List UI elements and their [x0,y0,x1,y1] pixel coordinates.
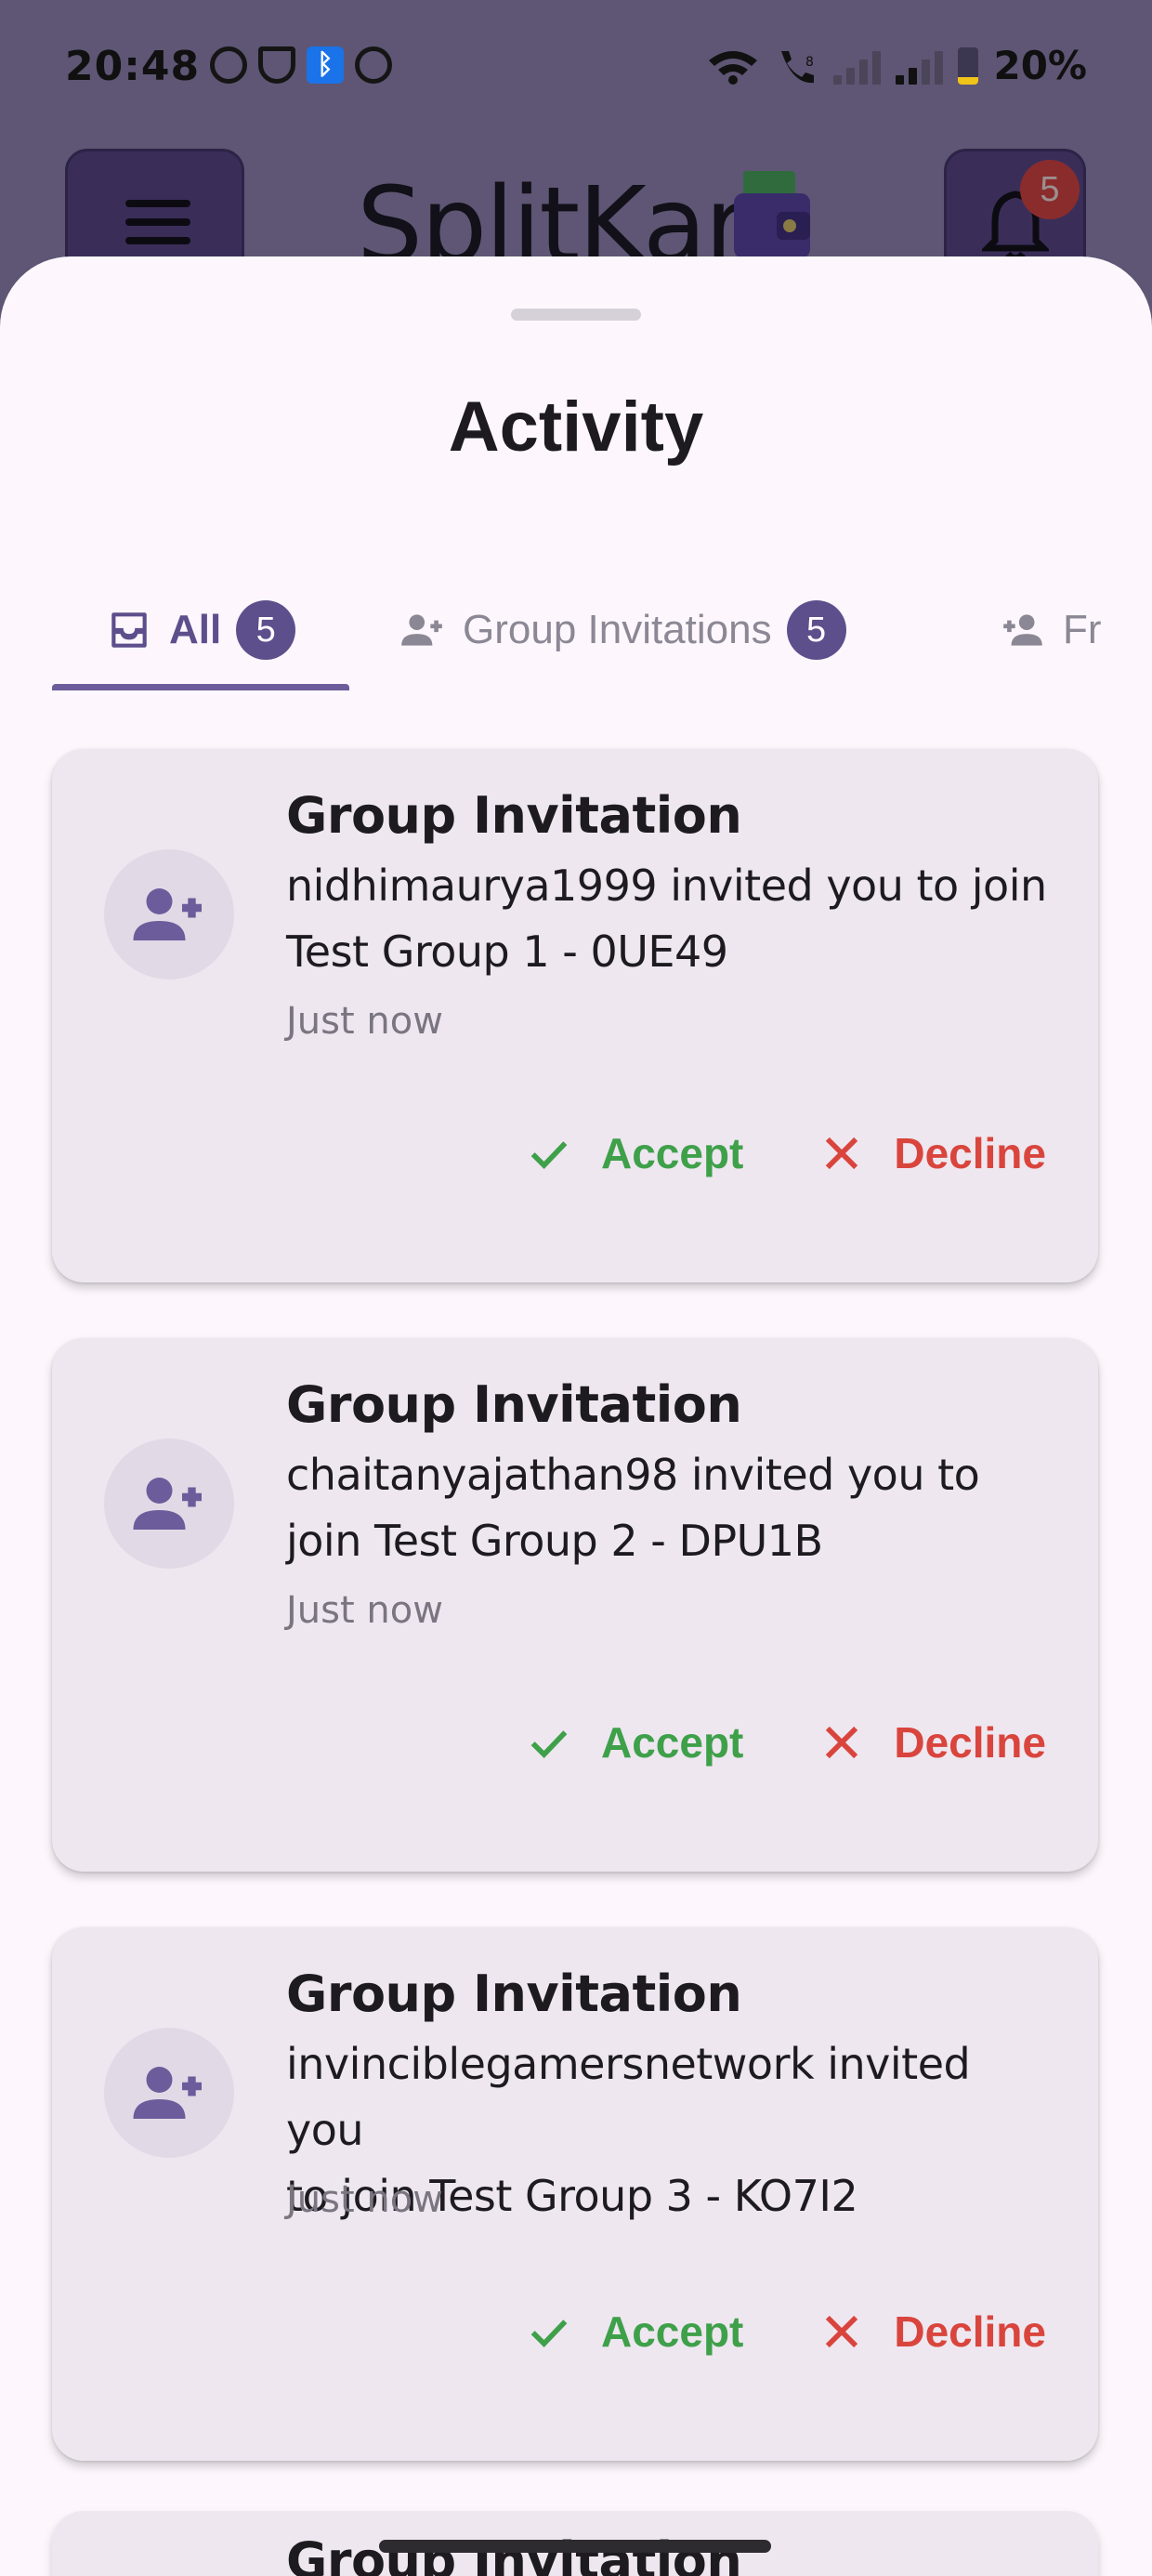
decline-label: Decline [894,2307,1046,2356]
accept-label: Accept [600,1129,744,1177]
notification-badge: 5 [1020,160,1080,219]
decline-button[interactable]: Decline [818,1128,1046,1178]
signal-sim2-icon [896,47,944,85]
decline-label: Decline [894,1718,1046,1767]
wallet-icon [734,171,810,258]
accept-button[interactable]: Accept [525,1128,743,1178]
close-icon [826,1137,858,1170]
tab-friends[interactable]: Fr [1000,567,1102,693]
invitation-title: Group Invitation [286,786,742,845]
invitation-card: Group Invitation invinciblegamersnetwork… [52,1927,1098,2461]
invitation-title: Group Invitation [286,2531,742,2576]
close-icon [826,2315,858,2348]
invitation-message-line: join Test Group 2 - DPU1B [286,1516,823,1566]
decline-button[interactable]: Decline [818,1717,1046,1768]
svg-text:8: 8 [805,55,814,70]
accept-button[interactable]: Accept [525,2307,743,2357]
invitation-card: Group Invitation chaitanyajathan98 invit… [52,1338,1098,1872]
invitation-message: chaitanyajathan98 invited you to join Te… [286,1442,1057,1574]
accept-label: Accept [600,2307,744,2356]
home-indicator[interactable] [379,2540,771,2553]
invitation-message-line: invinciblegamersnetwork invited you [286,2039,971,2155]
group-add-icon [133,2067,202,2119]
battery-fill [958,76,979,85]
invitation-actions: Accept Decline [525,2307,1046,2357]
drag-handle[interactable] [511,309,641,321]
invitation-actions: Accept Decline [525,1717,1046,1768]
decline-button[interactable]: Decline [818,2307,1046,2357]
invitation-time: Just now [286,1589,443,1632]
menu-icon [125,200,190,256]
whatsapp-icon [210,46,247,84]
invitation-time: Just now [286,1000,443,1043]
invitation-card: Group Invitation nidhimaurya1999 invited… [52,749,1098,1282]
invitation-message: nidhimaurya1999 invited you to join Test… [286,853,1057,985]
bluetooth-icon: ᛒ [307,46,344,84]
invitation-message-line: nidhimaurya1999 invited you to join [286,861,1047,911]
group-add-icon [133,888,202,940]
sheet-title: Activity [448,388,704,467]
check-icon [530,1141,568,1170]
tab-all[interactable]: All 5 [106,567,296,693]
tab-all-badge: 5 [236,600,296,660]
browser-icon [355,46,392,84]
vpn-icon [258,46,295,84]
activity-tabs: All 5 Group Invitations 5 Fr [0,567,1152,693]
activity-sheet: Activity All 5 Group Invitations 5 Fr Gr… [0,256,1152,2576]
status-time: 20:48 [65,43,201,90]
tab-all-label: All [169,607,222,652]
tab-group-invitations[interactable]: Group Invitations 5 [399,567,846,693]
invitation-avatar [104,849,234,979]
check-icon [530,1730,568,1759]
status-bar: 20:48 ᛒ 8 20% [0,0,1152,139]
accept-label: Accept [600,1718,744,1767]
status-indicators: 8 20% [707,43,1087,88]
invitation-message-line: chaitanyajathan98 invited you to [286,1450,980,1500]
signal-sim1-icon [833,47,882,85]
group-add-icon [133,1478,202,1530]
invitation-actions: Accept Decline [525,1128,1046,1178]
accept-button[interactable]: Accept [525,1717,743,1768]
tab-group-invitations-badge: 5 [786,600,846,660]
person-add-icon [1003,614,1042,646]
tab-indicator [52,684,349,690]
invitation-title: Group Invitation [286,1375,742,1434]
wifi-call-icon: 8 [781,50,815,83]
tab-group-invitations-label: Group Invitations [463,607,772,652]
wifi-icon [709,50,758,85]
decline-label: Decline [894,1129,1046,1177]
status-app-icons: ᛒ [210,46,392,84]
inbox-icon [111,612,147,648]
close-icon [826,1726,858,1759]
invitation-avatar [104,2028,234,2158]
battery-percent: 20% [993,43,1087,88]
invitation-time: Just now [286,2178,443,2221]
group-add-icon [401,614,442,646]
battery-icon [958,46,979,85]
invitation-avatar [104,1439,234,1569]
check-icon [530,2320,568,2348]
invitation-message-line: Test Group 1 - 0UE49 [286,927,728,977]
invitation-title: Group Invitation [286,1965,742,2023]
tab-fade [1096,567,1152,688]
